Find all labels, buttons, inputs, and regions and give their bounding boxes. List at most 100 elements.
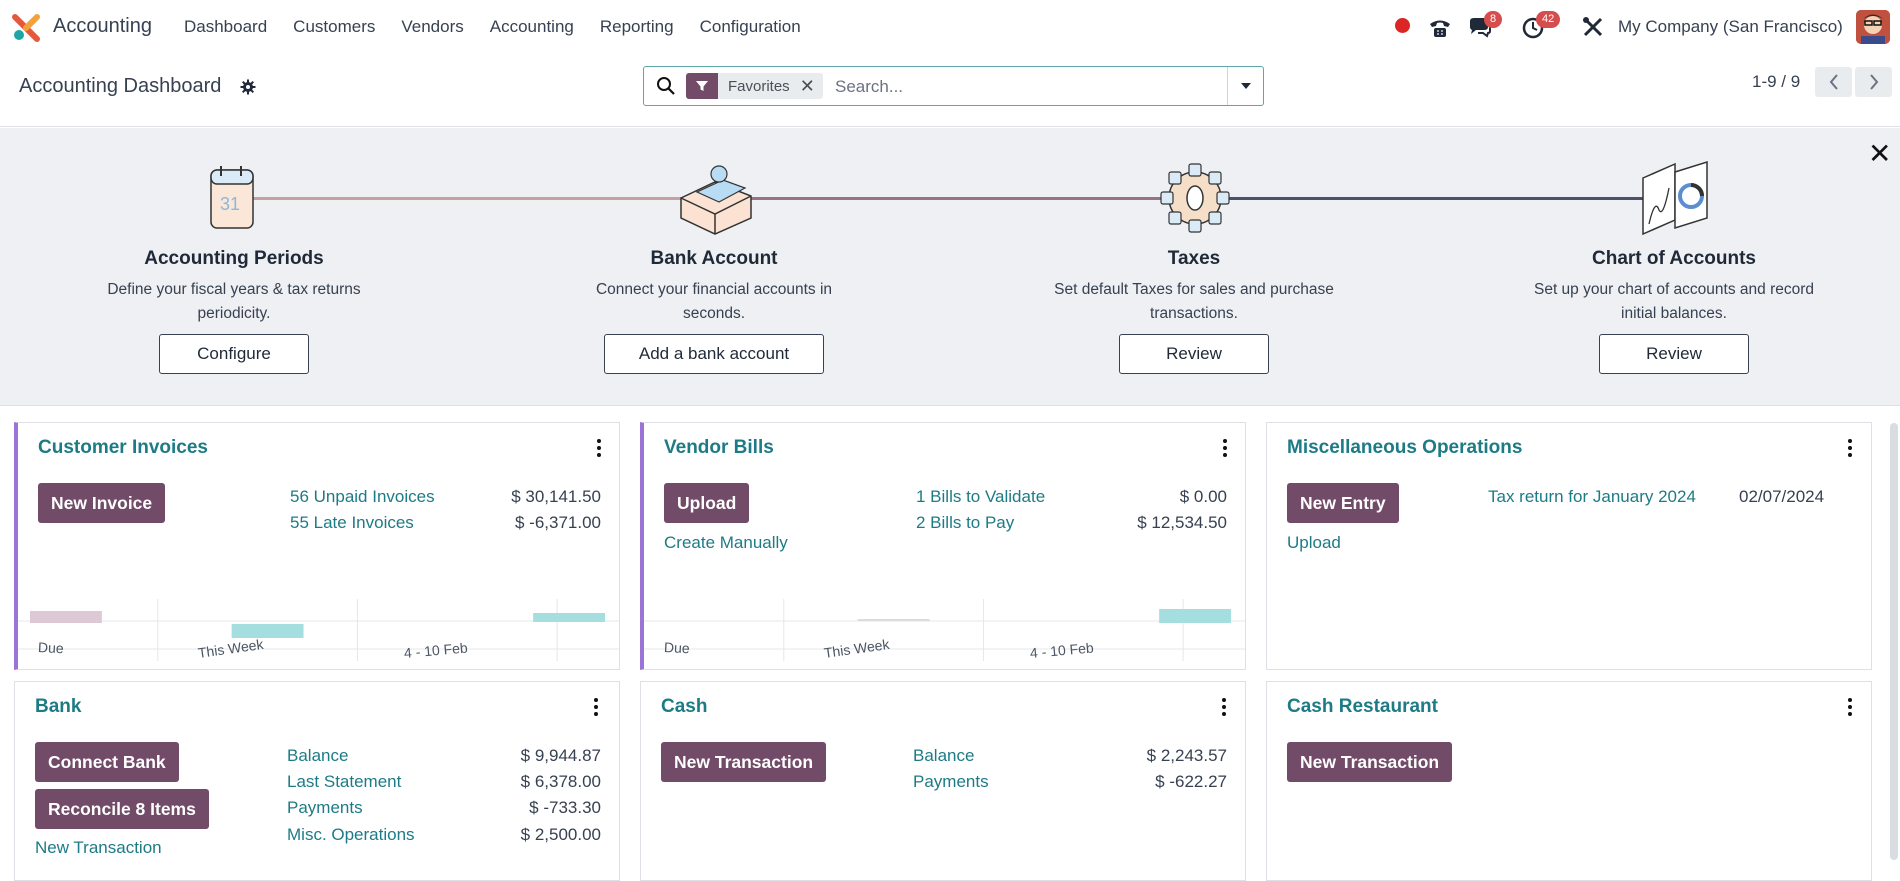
new-transaction-button[interactable]: New Transaction <box>1287 742 1453 782</box>
company-switcher[interactable]: My Company (San Francisco) <box>1618 17 1843 37</box>
chevron-right-icon <box>1869 74 1878 90</box>
reconcile-items-button[interactable]: Reconcile 8 Items <box>35 789 209 829</box>
configure-button[interactable]: Configure <box>159 334 309 374</box>
late-invoices-link[interactable]: 55 Late Invoices <box>290 513 414 533</box>
search-input[interactable] <box>835 75 1215 99</box>
menu-customers[interactable]: Customers <box>293 17 375 37</box>
bills-to-validate-link[interactable]: 1 Bills to Validate <box>916 487 1045 507</box>
menu-configuration[interactable]: Configuration <box>700 17 801 37</box>
search-icon[interactable] <box>656 76 676 96</box>
progress-line <box>745 197 1185 200</box>
balance-link[interactable]: Balance <box>913 746 974 766</box>
step-description: Connect your financial accounts in secon… <box>595 281 833 322</box>
menu-dashboard[interactable]: Dashboard <box>184 17 267 37</box>
user-avatar[interactable] <box>1856 10 1890 44</box>
chart-bar <box>533 613 606 622</box>
step-description: Set up your chart of accounts and record… <box>1533 281 1815 322</box>
new-transaction-link[interactable]: New Transaction <box>35 838 162 858</box>
chart-bar <box>29 611 102 623</box>
new-invoice-button[interactable]: New Invoice <box>38 483 166 523</box>
tax-gear-icon <box>1160 163 1230 233</box>
kebab-menu-icon[interactable] <box>597 439 601 457</box>
chevron-left-icon <box>1829 74 1838 90</box>
card-title[interactable]: Bank <box>35 696 81 718</box>
pager-value[interactable]: 1-9 / 9 <box>1752 72 1800 92</box>
step-description: Set default Taxes for sales and purchase… <box>1054 281 1334 322</box>
vertical-scrollbar[interactable] <box>1890 423 1898 860</box>
upload-bill-button[interactable]: Upload <box>664 483 750 523</box>
accounting-app-icon[interactable] <box>12 14 40 42</box>
bills-to-pay-link[interactable]: 2 Bills to Pay <box>916 513 1014 533</box>
pager-previous[interactable] <box>1815 67 1852 97</box>
menu-accounting[interactable]: Accounting <box>490 17 574 37</box>
payments-link[interactable]: Payments <box>287 798 363 818</box>
journal-card-cash-restaurant: Cash Restaurant New Transaction <box>1266 681 1872 881</box>
menu-vendors[interactable]: Vendors <box>401 17 463 37</box>
close-onboarding-icon[interactable]: ✕ <box>1868 140 1891 168</box>
journal-card-misc-operations: Miscellaneous Operations New Entry Uploa… <box>1266 422 1872 670</box>
card-title[interactable]: Cash Restaurant <box>1287 696 1438 718</box>
chart-label: Due <box>37 639 65 657</box>
chart-of-accounts-icon <box>1642 160 1708 236</box>
add-bank-account-button[interactable]: Add a bank account <box>604 334 824 374</box>
kebab-menu-icon[interactable] <box>1222 698 1226 716</box>
chart-bar <box>857 619 930 621</box>
calendar-icon: 31 <box>210 166 254 229</box>
journal-card-bank: Bank Connect Bank Reconcile 8 Items New … <box>14 681 620 881</box>
step-title: Bank Account <box>650 248 778 269</box>
upload-link[interactable]: Upload <box>1287 533 1341 553</box>
debug-tools-icon[interactable] <box>1582 16 1604 38</box>
tax-return-date: 02/07/2024 <box>1739 487 1825 506</box>
card-title[interactable]: Miscellaneous Operations <box>1287 437 1522 459</box>
kebab-menu-icon[interactable] <box>594 698 598 716</box>
search-options-toggle[interactable] <box>1227 67 1263 105</box>
card-title[interactable]: Cash <box>661 696 707 718</box>
remove-facet-icon[interactable]: ✕ <box>800 76 823 97</box>
favorites-facet[interactable]: Favorites ✕ <box>686 73 823 99</box>
card-title[interactable]: Vendor Bills <box>664 437 774 459</box>
page-title: Accounting Dashboard <box>19 75 222 97</box>
payments-link[interactable]: Payments <box>913 772 989 792</box>
app-name[interactable]: Accounting <box>53 15 152 38</box>
gear-icon[interactable] <box>240 79 256 95</box>
card-title[interactable]: Customer Invoices <box>38 437 208 459</box>
review-chart-of-accounts-button[interactable]: Review <box>1599 334 1749 374</box>
last-statement-amount: $ 6,378.00 <box>520 772 601 791</box>
kebab-menu-icon[interactable] <box>1223 439 1227 457</box>
last-statement-link[interactable]: Last Statement <box>287 772 401 792</box>
step-title: Chart of Accounts <box>1592 248 1756 269</box>
misc-operations-link[interactable]: Misc. Operations <box>287 825 415 845</box>
journal-card-cash: Cash New Transaction Balance $ 2,243.57 … <box>640 681 1246 881</box>
connect-bank-button[interactable]: Connect Bank <box>35 742 179 782</box>
unpaid-invoices-amount: $ 30,141.50 <box>511 487 601 506</box>
create-manually-link[interactable]: Create Manually <box>664 533 788 553</box>
review-taxes-button[interactable]: Review <box>1119 334 1269 374</box>
tax-return-link[interactable]: Tax return for January 2024 <box>1488 487 1696 507</box>
recording-indicator-icon[interactable] <box>1395 18 1410 33</box>
search-bar: Favorites ✕ <box>643 66 1264 106</box>
new-entry-button[interactable]: New Entry <box>1287 483 1399 523</box>
caret-down-icon <box>1240 83 1251 89</box>
bills-to-validate-amount: $ 0.00 <box>1179 487 1227 506</box>
menu-reporting[interactable]: Reporting <box>600 17 674 37</box>
step-title: Accounting Periods <box>144 248 324 269</box>
bills-to-pay-amount: $ 12,534.50 <box>1137 513 1227 532</box>
chart-label: Due <box>663 639 691 657</box>
kebab-menu-icon[interactable] <box>1848 439 1852 457</box>
balance-link[interactable]: Balance <box>287 746 348 766</box>
unpaid-invoices-link[interactable]: 56 Unpaid Invoices <box>290 487 435 507</box>
payments-amount: $ -622.27 <box>1155 772 1227 791</box>
new-transaction-button[interactable]: New Transaction <box>661 742 827 782</box>
misc-operations-amount: $ 2,500.00 <box>520 825 601 844</box>
svg-text:31: 31 <box>220 194 240 214</box>
progress-line <box>245 197 715 200</box>
invoices-graph[interactable] <box>18 571 619 681</box>
messages-badge: 8 <box>1484 11 1503 28</box>
pager-next[interactable] <box>1855 67 1892 97</box>
kebab-menu-icon[interactable] <box>1848 698 1852 716</box>
chart-bar <box>1159 609 1232 623</box>
step-description: Define your fiscal years & tax returns p… <box>107 281 361 322</box>
bills-graph[interactable] <box>644 571 1245 681</box>
phone-icon[interactable] <box>1428 17 1452 39</box>
control-panel: Accounting Dashboard Favorites ✕ 1-9 / 9 <box>0 55 1900 127</box>
